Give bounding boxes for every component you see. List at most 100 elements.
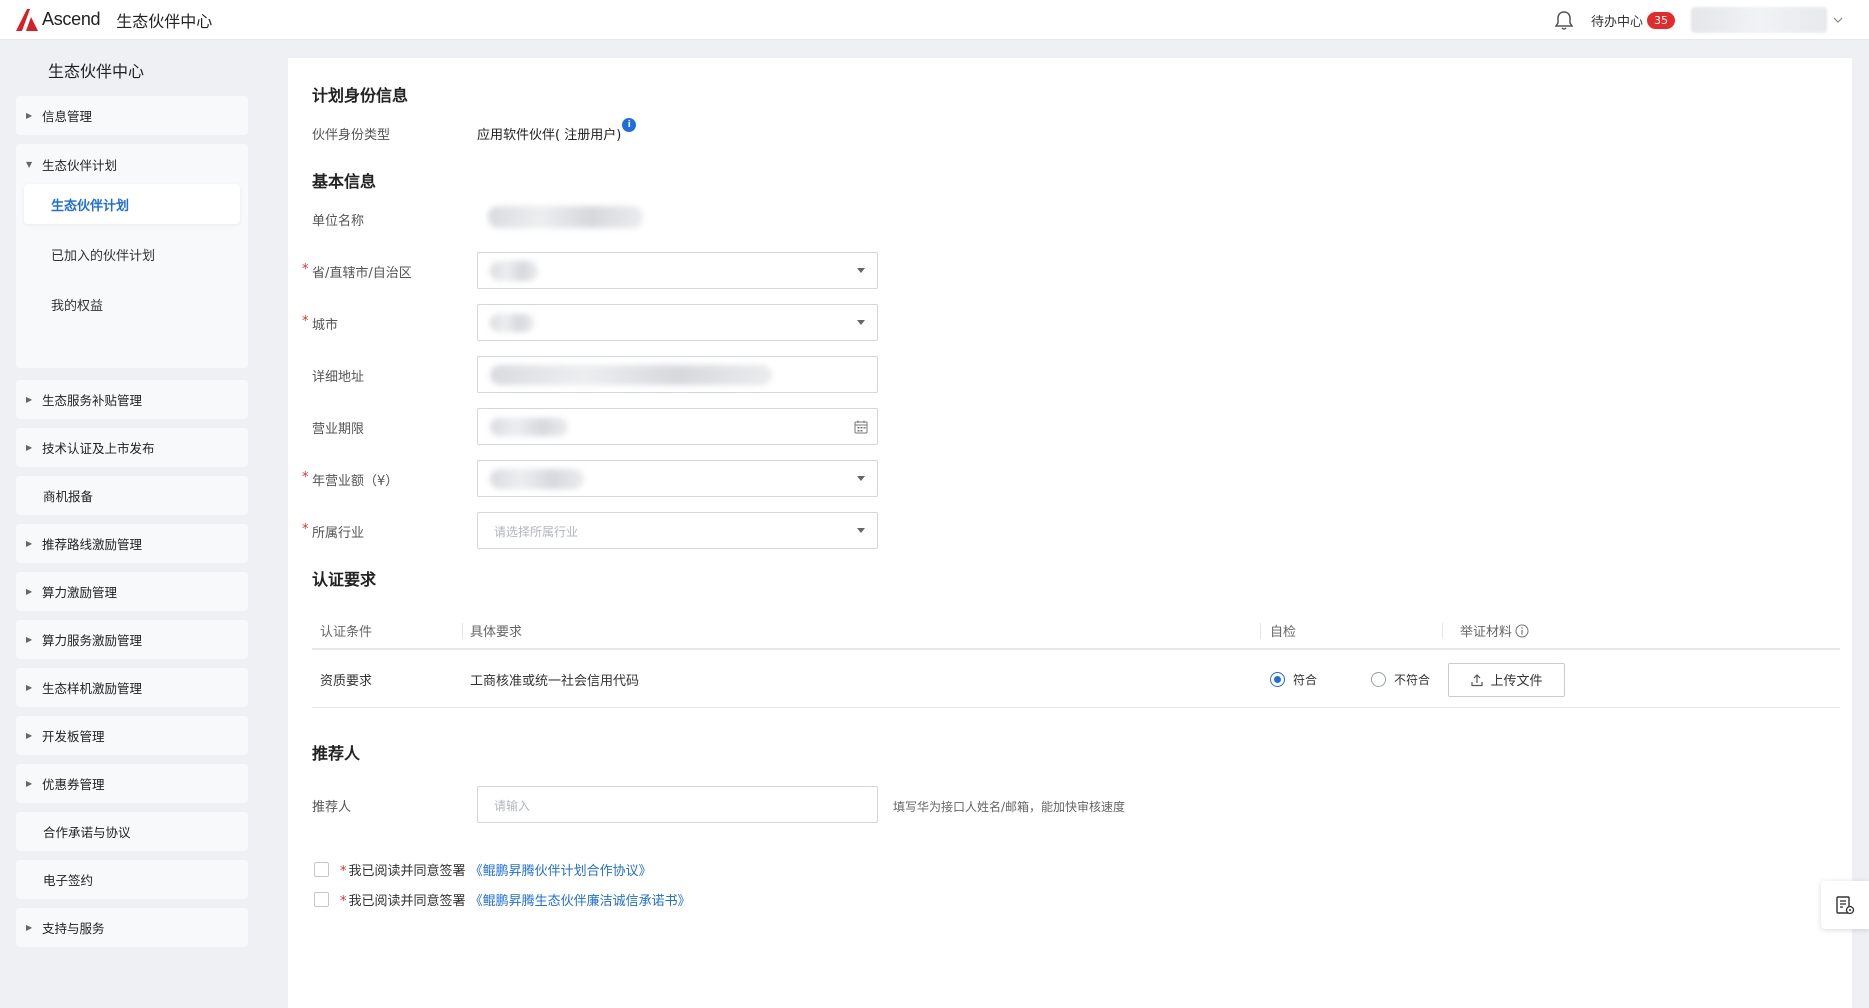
sidebar-item-opportunity-report[interactable]: 商机报备 — [16, 476, 248, 515]
logo-text: Ascend — [42, 9, 101, 29]
user-account[interactable] — [1691, 7, 1827, 33]
sidebar-item-prototype-incentive[interactable]: ▶ 生态样机激励管理 — [16, 668, 248, 707]
sidebar-subitem-label: 已加入的伙伴计划 — [51, 248, 156, 264]
revenue-label-text: 年营业额（¥） — [312, 474, 399, 489]
sidebar-group-partner-plan: ▼ 生态伙伴计划 生态伙伴计划 已加入的伙伴计划 我的权益 — [16, 144, 248, 368]
industry-select[interactable]: 请选择所属行业 — [477, 512, 878, 549]
business-term-date-picker[interactable] — [477, 408, 878, 445]
required-mark: * — [340, 864, 347, 879]
agreement-prefix: 我已阅读并同意签署 — [348, 894, 466, 909]
industry-placeholder: 请选择所属行业 — [494, 525, 579, 539]
sidebar-subitem-partner-plan[interactable]: 生态伙伴计划 — [24, 184, 240, 224]
required-mark: * — [302, 314, 309, 329]
agreement-text-1: * 我已阅读并同意签署 《鲲鹏昇腾伙伴计划合作协议》 — [340, 860, 652, 879]
sidebar-subitem-my-benefits[interactable]: 我的权益 — [24, 284, 240, 324]
province-select[interactable] — [477, 252, 878, 289]
col-divider — [1442, 623, 1443, 639]
radio-unchecked-icon — [1371, 672, 1387, 687]
caret-right-icon: ▶ — [26, 539, 33, 548]
sidebar-item-label: 电子签约 — [43, 873, 94, 888]
clipboard-settings-icon — [1836, 896, 1855, 915]
sidebar-item-compute-service-incentive[interactable]: ▶ 算力服务激励管理 — [16, 620, 248, 659]
sidebar-item-label: 技术认证及上市发布 — [42, 441, 155, 456]
sidebar-item-support[interactable]: ▶ 支持与服务 — [16, 908, 248, 947]
sidebar-item-compute-incentive[interactable]: ▶ 算力激励管理 — [16, 572, 248, 611]
business-term-value — [490, 418, 568, 436]
sidebar-item-label: 推荐路线激励管理 — [42, 537, 143, 552]
industry-label-text: 所属行业 — [312, 526, 365, 541]
todo-center-link[interactable]: 待办中心 — [1591, 11, 1643, 30]
sidebar-item-dev-board[interactable]: ▶ 开发板管理 — [16, 716, 248, 755]
cert-table-header: 认证条件 具体要求 自检 举证材料 — [312, 613, 1840, 650]
caret-right-icon: ▶ — [26, 443, 33, 452]
upload-cell: 上传文件 — [1448, 652, 1565, 707]
radio-not-conform-label: 不符合 — [1394, 673, 1431, 687]
chevron-down-icon[interactable] — [1833, 15, 1843, 25]
radio-checked-icon — [1270, 672, 1285, 687]
sidebar-item-label: 算力服务激励管理 — [42, 633, 143, 648]
col-divider — [462, 623, 463, 639]
info-icon[interactable]: i — [622, 118, 637, 132]
sidebar-item-commitments[interactable]: 合作承诺与协议 — [16, 812, 248, 851]
caret-right-icon: ▶ — [26, 779, 33, 788]
floating-form-button[interactable] — [1821, 881, 1869, 929]
upload-icon — [1471, 673, 1484, 686]
agreement-text-2: * 我已阅读并同意签署 《鲲鹏昇腾生态伙伴廉洁诚信承诺书》 — [340, 890, 691, 909]
referrer-input[interactable]: 请输入 — [477, 786, 878, 823]
radio-not-conform[interactable]: 不符合 — [1371, 671, 1430, 688]
agreement-checkbox-1[interactable] — [314, 862, 329, 877]
main-panel: 计划身份信息 伙伴身份类型 应用软件伙伴( 注册用户)i 基本信息 单位名称 *… — [288, 58, 1852, 1008]
sidebar-subitem-joined-plans[interactable]: 已加入的伙伴计划 — [24, 234, 240, 274]
sidebar-item-label: 生态样机激励管理 — [42, 681, 143, 696]
address-value — [490, 365, 772, 385]
self-check-radio-group: 符合 不符合 — [1270, 652, 1430, 707]
sidebar-item-e-sign[interactable]: 电子签约 — [16, 860, 248, 899]
city-select[interactable] — [477, 304, 878, 341]
radio-conform-label: 符合 — [1293, 673, 1318, 687]
required-mark: * — [340, 894, 347, 909]
caret-right-icon: ▶ — [26, 635, 33, 644]
required-mark: * — [302, 262, 309, 277]
caret-down-icon — [857, 320, 865, 325]
sidebar-title: 生态伙伴中心 — [48, 62, 145, 81]
city-label-text: 城市 — [312, 318, 339, 333]
section-title-cert: 认证要求 — [312, 570, 377, 589]
city-label: * 城市 — [302, 314, 339, 333]
sidebar-item-service-subsidy[interactable]: ▶ 生态服务补贴管理 — [16, 380, 248, 419]
province-value — [490, 261, 538, 281]
revenue-select[interactable] — [477, 460, 878, 497]
sidebar-item-partner-plan[interactable]: ▼ 生态伙伴计划 — [16, 144, 248, 184]
sidebar-item-label: 支持与服务 — [42, 921, 105, 936]
agreement-prefix: 我已阅读并同意签署 — [348, 864, 466, 879]
sidebar-item-tech-certification[interactable]: ▶ 技术认证及上市发布 — [16, 428, 248, 467]
evidence-header-text: 举证材料 — [1460, 625, 1513, 640]
sidebar-item-referral-incentive[interactable]: ▶ 推荐路线激励管理 — [16, 524, 248, 563]
section-title-identity: 计划身份信息 — [312, 86, 409, 105]
revenue-value — [490, 469, 584, 489]
sidebar: 生态伙伴中心 ▶ 信息管理 ▼ 生态伙伴计划 生态伙伴计划 已加入的伙伴计划 我… — [0, 40, 265, 1008]
logo[interactable]: Ascend — [14, 7, 101, 33]
referrer-placeholder: 请输入 — [494, 799, 531, 813]
radio-conform[interactable]: 符合 — [1270, 671, 1317, 688]
address-input[interactable] — [477, 356, 878, 393]
sidebar-item-label: 算力激励管理 — [42, 585, 118, 600]
sidebar-item-label: 生态服务补贴管理 — [42, 393, 143, 408]
sidebar-item-coupons[interactable]: ▶ 优惠券管理 — [16, 764, 248, 803]
referrer-hint: 填写华为接口人姓名/邮箱，能加快审核速度 — [893, 800, 1126, 814]
bell-icon[interactable] — [1553, 9, 1575, 31]
calendar-icon[interactable] — [853, 419, 869, 435]
agreement-link-integrity[interactable]: 《鲲鹏昇腾生态伙伴廉洁诚信承诺书》 — [470, 894, 691, 909]
cert-condition: 资质要求 — [320, 674, 373, 689]
info-circle-icon[interactable] — [1515, 624, 1529, 638]
caret-right-icon: ▶ — [26, 111, 33, 120]
sidebar-subitem-label: 我的权益 — [51, 298, 104, 314]
province-label-text: 省/直辖市/自治区 — [312, 266, 412, 281]
address-label: 详细地址 — [312, 370, 365, 385]
sidebar-item-label: 信息管理 — [42, 109, 93, 124]
sidebar-item-label: 开发板管理 — [42, 729, 105, 744]
section-title-referrer: 推荐人 — [312, 744, 361, 763]
agreement-checkbox-2[interactable] — [314, 892, 329, 907]
sidebar-item-info-management[interactable]: ▶ 信息管理 — [16, 96, 248, 135]
agreement-link-cooperation[interactable]: 《鲲鹏昇腾伙伴计划合作协议》 — [470, 864, 652, 879]
upload-file-button[interactable]: 上传文件 — [1448, 662, 1565, 697]
